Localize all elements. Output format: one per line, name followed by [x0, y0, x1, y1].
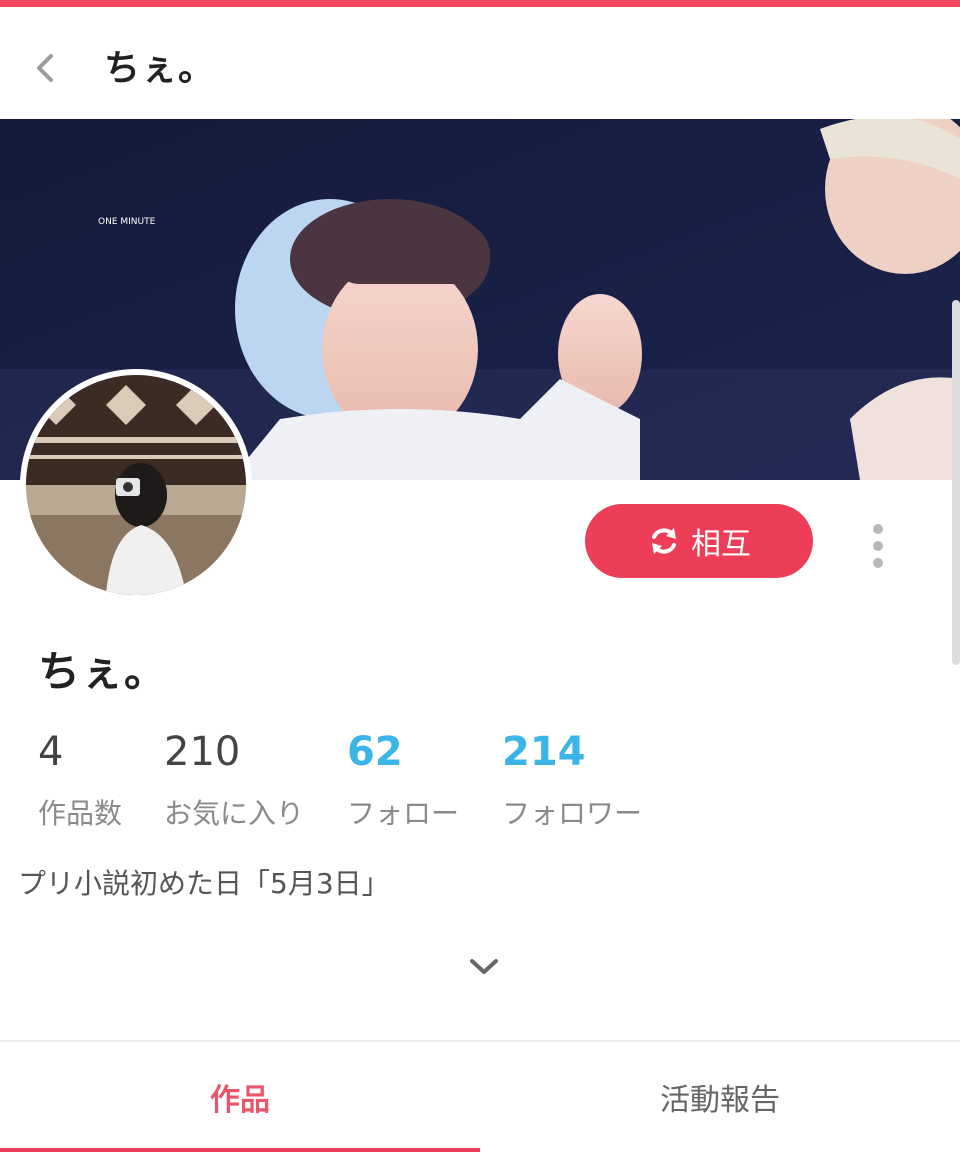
- more-options-button[interactable]: [858, 518, 898, 574]
- chevron-down-icon: [470, 959, 498, 974]
- stat-followers-label[interactable]: フォロワー: [502, 792, 642, 832]
- stat-followers[interactable]: 214 フォロワー: [502, 728, 642, 832]
- chevron-left-icon: [37, 54, 53, 82]
- profile-tabs: 作品 活動報告: [0, 1040, 960, 1152]
- more-dots-icon: [873, 524, 883, 534]
- stat-following[interactable]: 62 フォロー: [347, 728, 459, 832]
- avatar[interactable]: [20, 369, 252, 601]
- stat-following-label[interactable]: フォロー: [347, 792, 459, 832]
- stat-favorites-label: お気に入り: [164, 797, 305, 830]
- mutual-follow-button[interactable]: 相互: [585, 504, 813, 578]
- stat-favorites: 210 お気に入り: [164, 728, 304, 832]
- profile-bio: プリ小説初めた日「5月3日」: [18, 867, 390, 900]
- stat-works-label: 作品数: [38, 797, 123, 830]
- stat-works: 4 作品数: [38, 728, 122, 832]
- mutual-follow-label: 相互: [691, 527, 751, 562]
- back-button[interactable]: [22, 45, 68, 91]
- top-accent-bar: [0, 0, 960, 7]
- tab-works[interactable]: 作品: [0, 1042, 480, 1152]
- scrollbar[interactable]: [952, 300, 960, 665]
- tab-activity-report[interactable]: 活動報告: [480, 1042, 960, 1152]
- banner-caption: ONE MINUTE: [98, 217, 156, 227]
- app-header: ちぇ。: [0, 7, 960, 119]
- stat-following-value[interactable]: 62: [347, 728, 459, 776]
- profile-name: ちぇ。: [38, 647, 168, 696]
- refresh-icon: [652, 528, 676, 554]
- stat-favorites-value: 210: [164, 729, 241, 775]
- stat-followers-value[interactable]: 214: [502, 728, 642, 776]
- stat-works-value: 4: [38, 729, 64, 775]
- expand-bio-button[interactable]: [462, 946, 506, 986]
- active-tab-indicator: [0, 1148, 480, 1152]
- header-title: ちぇ。: [104, 48, 216, 89]
